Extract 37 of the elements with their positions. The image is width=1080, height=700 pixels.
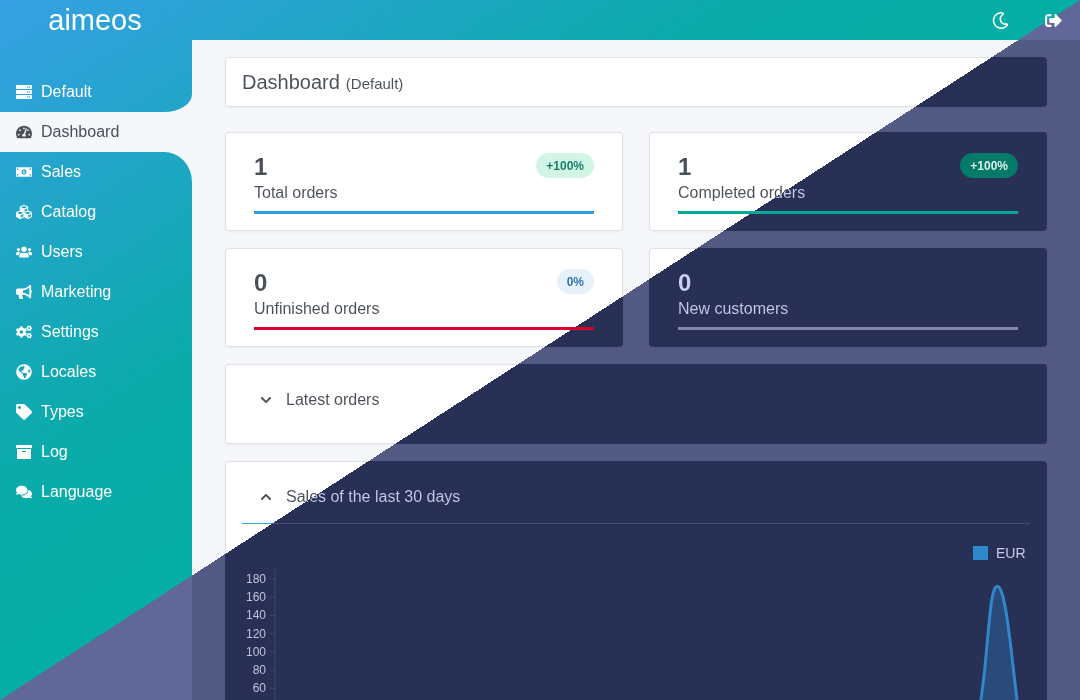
sidebar-item[interactable]: Default [0,72,192,112]
globe-icon [16,364,32,380]
sidebar-item[interactable]: Types [0,392,192,432]
y-tick-label: 100 [245,644,266,659]
dark-mode-button[interactable] [991,11,1009,29]
trend-badge: +100% [960,153,1018,178]
trend-badge: 0% [556,269,594,294]
sidebar-item[interactable]: Language [0,472,192,512]
archive-box-icon [16,444,32,460]
server-icon [16,84,32,100]
y-tick-label: 60 [252,681,266,696]
y-tick-label: 120 [245,626,266,641]
y-tick-label: 80 [252,663,266,678]
logout-icon [1044,11,1062,29]
gears-icon [16,324,32,340]
gauge-icon [16,124,32,140]
tag-icon [16,404,32,420]
sidebar-item[interactable]: Marketing [0,272,192,312]
logo: aimeos [48,3,142,37]
sidebar-item[interactable]: Settings [0,312,192,352]
sidebar-item[interactable]: Sales [0,152,192,192]
speech-bubbles-icon [16,484,32,500]
moon-icon [991,11,1009,29]
sidebar-item[interactable]: Catalog [0,192,192,232]
cubes-icon [16,204,32,220]
y-tick-label: 160 [245,590,266,605]
y-tick-label: 180 [245,572,266,586]
legend-label: EUR [996,545,1026,561]
logout-button[interactable] [1044,11,1062,29]
users-icon [16,244,32,260]
trend-badge: +100% [536,153,594,178]
sidebar-item[interactable]: Users [0,232,192,272]
y-tick-label: 140 [245,608,266,623]
sidebar-item[interactable]: Locales [0,352,192,392]
megaphone-icon [16,284,32,300]
sidebar-item[interactable]: Log [0,432,192,472]
banknote-icon [16,164,32,180]
